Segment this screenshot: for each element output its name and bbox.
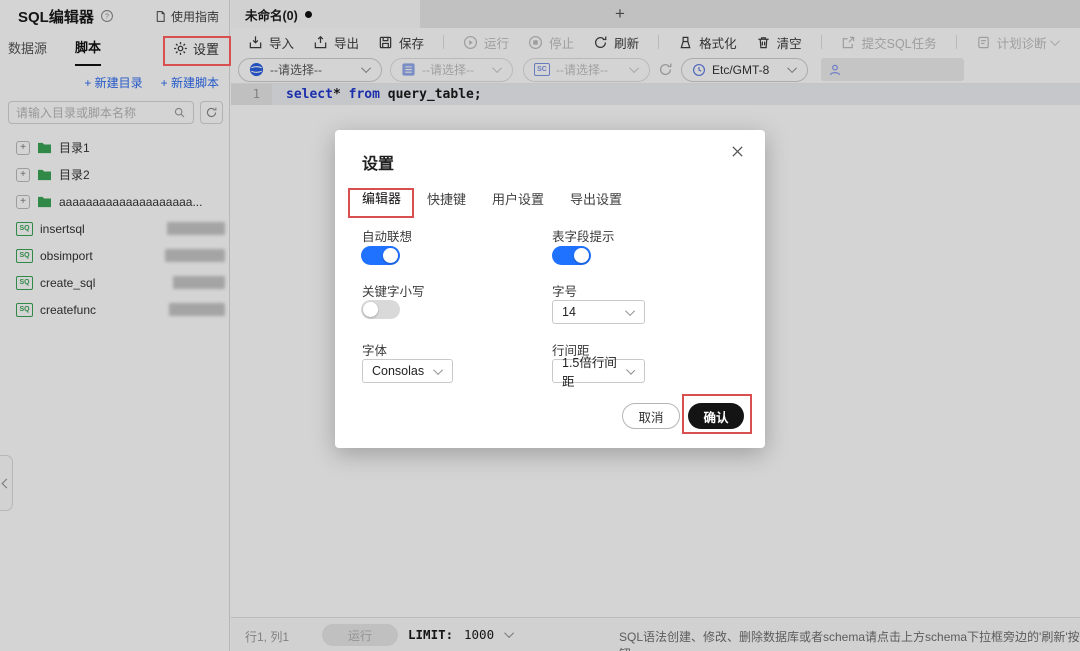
settings-modal: 设置 编辑器 快捷键 用户设置 导出设置 自动联想 表字段提示 关键字小写 字号… <box>335 130 765 448</box>
table-hint-label: 表字段提示 <box>552 230 615 244</box>
auto-suggest-label: 自动联想 <box>362 230 413 244</box>
toggle-knob <box>363 302 378 317</box>
chevron-down-icon <box>625 364 636 375</box>
table-hint-toggle[interactable] <box>552 246 591 265</box>
line-height-select[interactable]: 1.5倍行间距 <box>552 356 645 389</box>
font-select[interactable]: Consolas <box>362 359 453 383</box>
cancel-button[interactable]: 取消 <box>622 403 680 429</box>
modal-tab-shortcuts[interactable]: 快捷键 <box>427 188 466 218</box>
keyword-lowercase-toggle[interactable] <box>361 300 400 319</box>
toggle-knob <box>574 248 589 263</box>
font-size-select[interactable]: 14 <box>552 300 645 324</box>
font-size-value: 14 <box>562 305 576 319</box>
font-value: Consolas <box>372 364 425 378</box>
sql-editor-app: SQL编辑器 ? 使用指南 数据源 脚本 设置 + 新建目录 + 新建脚本 请输… <box>0 0 1080 651</box>
font-label: 字体 <box>362 344 388 358</box>
chevron-down-icon <box>433 364 444 375</box>
close-icon[interactable] <box>730 144 745 159</box>
modal-tabs: 编辑器 快捷键 用户设置 导出设置 <box>362 188 622 218</box>
font-size-label: 字号 <box>552 285 578 299</box>
keyword-lowercase-label: 关键字小写 <box>362 285 425 299</box>
modal-tab-user-settings[interactable]: 用户设置 <box>492 188 544 218</box>
modal-tab-export-settings[interactable]: 导出设置 <box>570 188 622 218</box>
line-height-value: 1.5倍行间距 <box>562 356 617 389</box>
modal-title: 设置 <box>362 156 395 173</box>
modal-tab-editor[interactable]: 编辑器 <box>362 188 402 218</box>
toggle-knob <box>383 248 398 263</box>
confirm-button[interactable]: 确认 <box>688 403 744 429</box>
auto-suggest-toggle[interactable] <box>361 246 400 265</box>
chevron-down-icon <box>625 305 636 316</box>
